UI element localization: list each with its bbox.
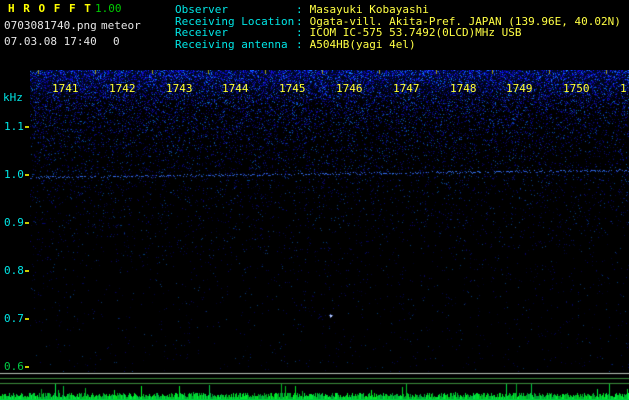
info-row-observer: Observer: Masayuki Kobayashi (175, 4, 621, 16)
freq-label: 0.9 (4, 217, 24, 228)
info-separator: : (296, 16, 303, 27)
time-label-partial: 1 (620, 83, 627, 94)
freq-tick (25, 174, 29, 176)
meteor-count: 0 (113, 36, 120, 47)
freq-label: 0.7 (4, 313, 24, 324)
output-filename: 0703081740.png (4, 20, 97, 31)
time-label: 1745 (279, 83, 306, 94)
freq-label: 0.8 (4, 265, 24, 276)
app-version: 1.00 (95, 3, 122, 14)
app-title: H R O F F T (8, 3, 92, 14)
freq-label: 0.6 (4, 361, 24, 372)
info-row-antenna: Receiving antenna: A504HB(yagi 4el) (175, 39, 621, 51)
time-label: 1741 (52, 83, 79, 94)
info-label: Receiving antenna (175, 39, 296, 50)
freq-tick (25, 270, 29, 272)
freq-tick (25, 318, 29, 320)
hrofft-output: H R O F F T 1.00 0703081740.png meteor 0… (0, 0, 629, 400)
info-separator: : (296, 4, 303, 15)
time-label: 1746 (336, 83, 363, 94)
freq-label: 1.0 (4, 169, 24, 180)
info-separator: : (296, 27, 303, 38)
time-label: 1748 (450, 83, 477, 94)
info-separator: : (296, 39, 303, 50)
info-value: Masayuki Kobayashi (310, 4, 429, 15)
freq-label: 1.1 (4, 121, 24, 132)
timestamp: 07.03.08 17:40 (4, 36, 97, 47)
info-label: Receiver (175, 27, 296, 38)
freq-unit-label: kHz (3, 92, 23, 103)
signal-level-strip-canvas (0, 372, 629, 400)
info-value: A504HB(yagi 4el) (310, 39, 416, 50)
info-label: Receiving Location (175, 16, 296, 27)
time-label: 1747 (393, 83, 420, 94)
info-value: Ogata-vill. Akita-Pref. JAPAN (139.96E, … (310, 16, 621, 27)
freq-tick (25, 366, 29, 368)
time-label: 1750 (563, 83, 590, 94)
info-label: Observer (175, 4, 296, 15)
time-label: 1749 (506, 83, 533, 94)
mode-label: meteor (101, 20, 141, 31)
freq-tick (25, 126, 29, 128)
freq-tick (25, 222, 29, 224)
time-axis: 1741 1742 1743 1744 1745 1746 1747 1748 … (30, 70, 629, 372)
time-label: 1742 (109, 83, 136, 94)
time-label: 1743 (166, 83, 193, 94)
time-label: 1744 (222, 83, 249, 94)
station-info: Observer: Masayuki Kobayashi Receiving Lo… (175, 4, 621, 50)
info-value: ICOM IC-575 53.7492(0LCD)MHz USB (310, 27, 522, 38)
